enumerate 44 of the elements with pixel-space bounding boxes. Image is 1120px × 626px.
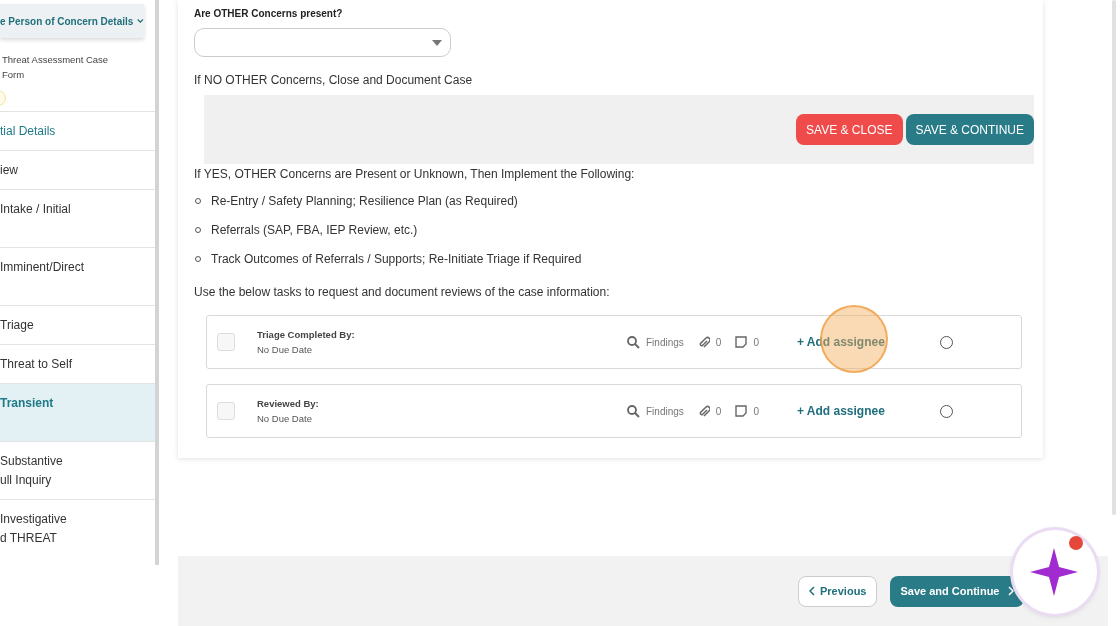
due-date: No Due Date xyxy=(257,413,313,424)
paperclip-icon xyxy=(697,335,710,349)
task-title: Triage Completed By: xyxy=(257,329,356,340)
note-count: 0 xyxy=(753,405,759,417)
paperclip-icon xyxy=(697,404,710,418)
due-date: No Due Date xyxy=(257,344,313,355)
previous-button[interactable]: Previous xyxy=(798,575,878,607)
search-icon xyxy=(627,404,640,418)
instruction-text: If YES, OTHER Concerns are Present or Unknown, Then Implement the Following: xyxy=(194,167,635,181)
list-item: Track Outcomes of Referrals / Supports; Re-Initiate Triage if Required xyxy=(211,251,582,266)
attachment-count: 0 xyxy=(715,336,722,348)
sidebar-item[interactable]: Intake / Initial xyxy=(0,190,155,248)
attachment-count: 0 xyxy=(715,405,722,417)
search-icon xyxy=(627,335,640,349)
task-checkbox[interactable] xyxy=(217,402,235,420)
sidebar-item[interactable]: Imminent/Direct xyxy=(0,248,155,306)
sidebar-item[interactable]: Substantive ull Inquiry xyxy=(0,442,155,500)
sidebar-item[interactable]: Investigative d THREAT xyxy=(0,500,155,565)
form-title: Threat Assessment Case xyxy=(2,54,109,65)
caret-icon xyxy=(432,39,442,46)
list-item: Referrals (SAP, FBA, IEP Review, etc.) xyxy=(211,222,418,237)
chevron-left-icon xyxy=(809,586,815,596)
form-title: Form xyxy=(2,69,25,80)
findings-link[interactable]: Findings xyxy=(646,405,684,417)
instruction-text: Use the below tasks to request and document reviews of the case information: xyxy=(194,285,610,299)
note-icon xyxy=(735,405,748,417)
add-assignee-link[interactable]: + Add assignee xyxy=(796,404,885,418)
task-checkbox[interactable] xyxy=(217,333,235,351)
note-count: 0 xyxy=(753,336,759,348)
save-continue-button[interactable]: SAVE & CONTINUE xyxy=(905,114,1034,145)
save-continue-button[interactable]: Save and Continue xyxy=(890,575,1024,607)
sidebar-item[interactable]: Triage xyxy=(0,306,155,345)
chevron-down-icon[interactable] xyxy=(137,18,144,24)
save-close-button[interactable]: SAVE & CLOSE xyxy=(796,114,903,145)
instruction-text: If NO OTHER Concerns, Close and Document Case xyxy=(194,73,473,87)
sidebar-item[interactable]: Transient xyxy=(0,384,155,442)
sidebar-item[interactable]: tial Details xyxy=(0,112,155,151)
note-icon xyxy=(735,336,748,348)
findings-link[interactable]: Findings xyxy=(646,336,684,348)
list-item: Re-Entry / Safety Planning; Resilience Plan (as Required) xyxy=(211,193,518,208)
question-label: Are OTHER Concerns present? xyxy=(194,8,343,19)
chevron-right-icon xyxy=(1007,586,1014,596)
sidebar-item[interactable]: iew xyxy=(0,151,155,190)
task-title: Reviewed By: xyxy=(257,398,320,409)
